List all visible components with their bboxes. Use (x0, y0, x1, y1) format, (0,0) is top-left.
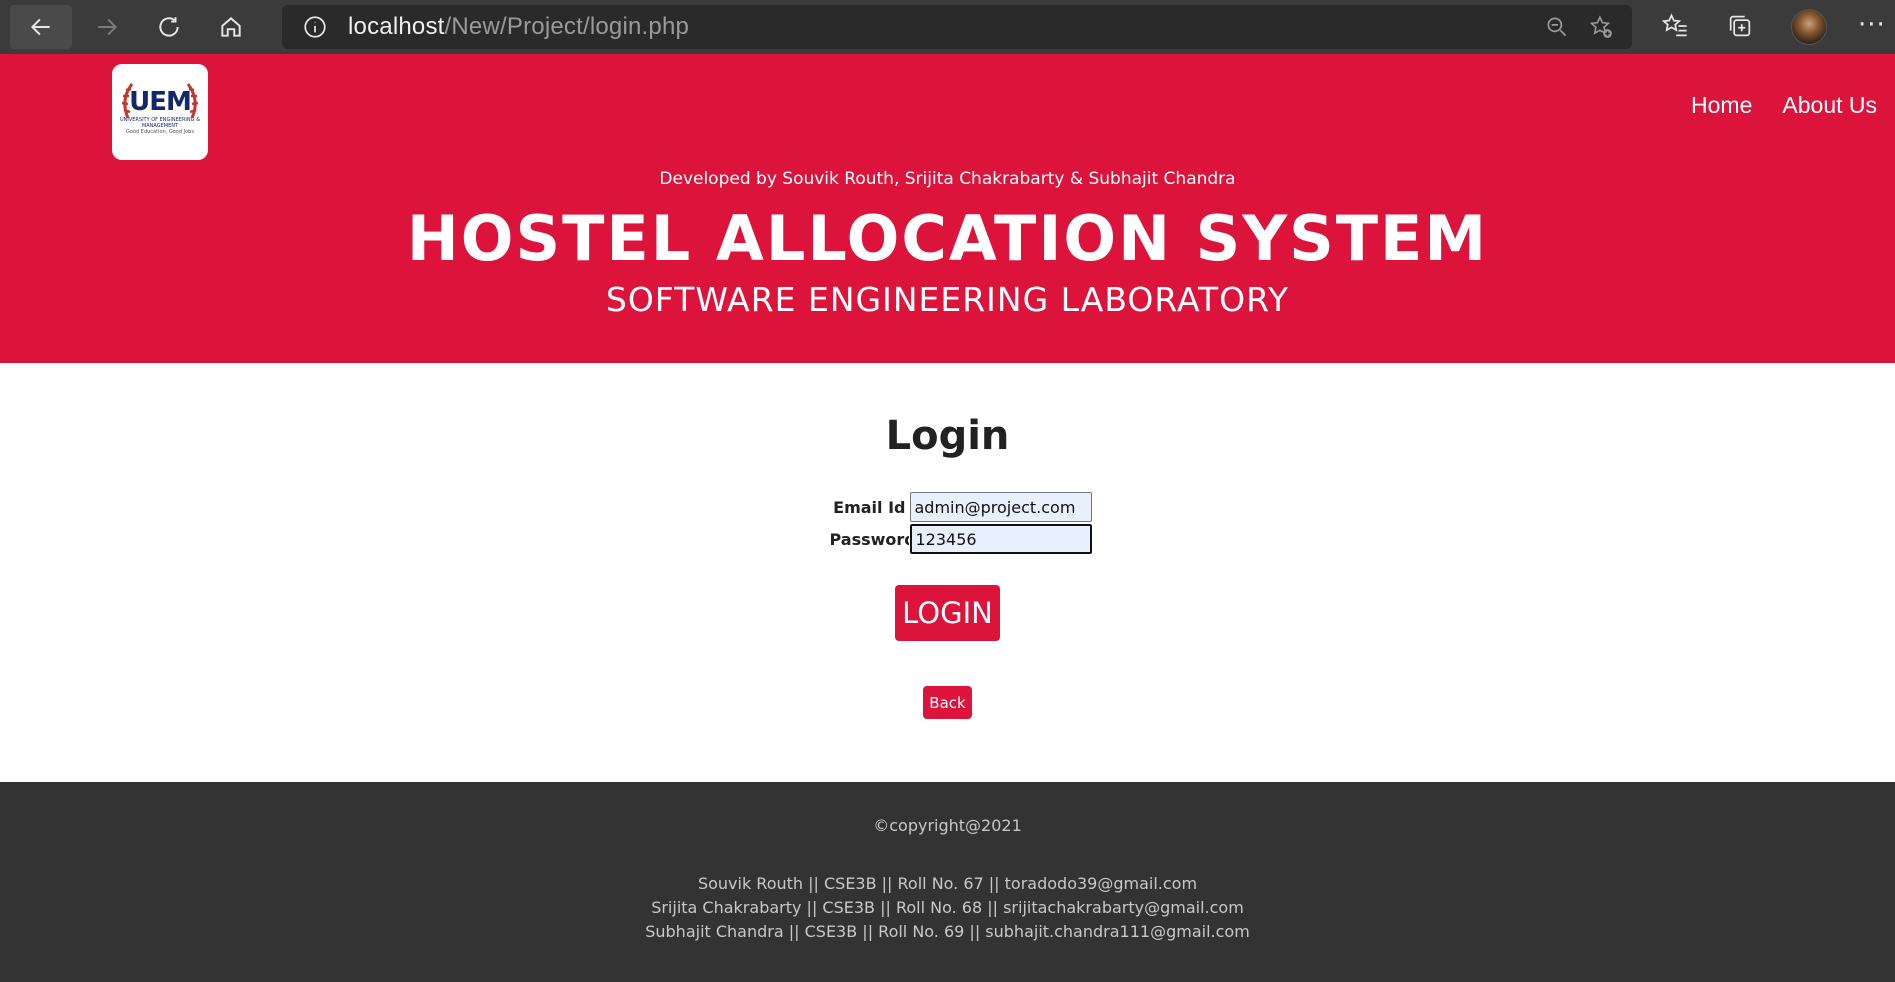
url-host: localhost (348, 13, 445, 40)
site-subtitle: SOFTWARE ENGINEERING LABORATORY (605, 280, 1290, 319)
nav-about-us-link[interactable]: About Us (1782, 92, 1877, 119)
url-path: /New/Project/login.php (444, 13, 690, 40)
back-button[interactable]: Back (923, 686, 972, 719)
login-button[interactable]: LOGIN (895, 585, 1000, 641)
info-icon[interactable] (302, 14, 328, 40)
email-row: Email Id (0, 492, 1895, 522)
back-arrow-icon[interactable] (10, 5, 72, 49)
forward-arrow-icon[interactable] (76, 5, 138, 49)
site-title: HOSTEL ALLOCATION SYSTEM (406, 202, 1489, 275)
nav-home-link[interactable]: Home (1691, 92, 1752, 119)
url-text[interactable]: localhost/New/Project/login.php (348, 13, 689, 41)
browser-toolbar: localhost/New/Project/login.php ··· (0, 0, 1895, 54)
email-label: Email Id (833, 497, 906, 517)
password-row: Password (0, 523, 1895, 555)
credit-line: Subhajit Chandra || CSE3B || Roll No. 69… (645, 922, 1250, 941)
site-header: UEM UNIVERSITY OF ENGINEERING & MANAGEME… (0, 54, 1895, 363)
credits-list: Souvik Routh || CSE3B || Roll No. 67 || … (0, 872, 1895, 944)
profile-avatar[interactable] (1791, 9, 1827, 45)
credit-line: Srijita Chakrabarty || CSE3B || Roll No.… (651, 898, 1244, 917)
developers-credit: Developed by Souvik Routh, Srijita Chakr… (659, 169, 1236, 189)
login-heading: Login (885, 413, 1010, 459)
more-options-icon[interactable]: ··· (1858, 12, 1886, 38)
credit-line: Souvik Routh || CSE3B || Roll No. 67 || … (697, 874, 1198, 893)
favorites-icon[interactable] (1659, 10, 1691, 42)
logo-tagline: Good Education, Good Jobs (126, 129, 194, 135)
password-field[interactable] (908, 523, 1093, 555)
collections-icon[interactable] (1724, 10, 1756, 42)
password-label: Password (829, 529, 916, 549)
address-bar[interactable]: localhost/New/Project/login.php (282, 5, 1632, 49)
logo-text: UEM (129, 87, 192, 117)
zoom-out-icon[interactable] (1544, 14, 1570, 40)
uem-logo[interactable]: UEM UNIVERSITY OF ENGINEERING & MANAGEME… (112, 64, 208, 160)
copyright-text: ©copyright@2021 (873, 816, 1022, 835)
top-nav: Home About Us (1691, 92, 1877, 119)
home-icon[interactable] (200, 5, 262, 49)
email-field[interactable] (909, 492, 1092, 522)
refresh-icon[interactable] (138, 5, 200, 49)
site-footer: ©copyright@2021 Souvik Routh || CSE3B ||… (0, 782, 1895, 982)
add-favorite-icon[interactable] (1588, 14, 1614, 40)
